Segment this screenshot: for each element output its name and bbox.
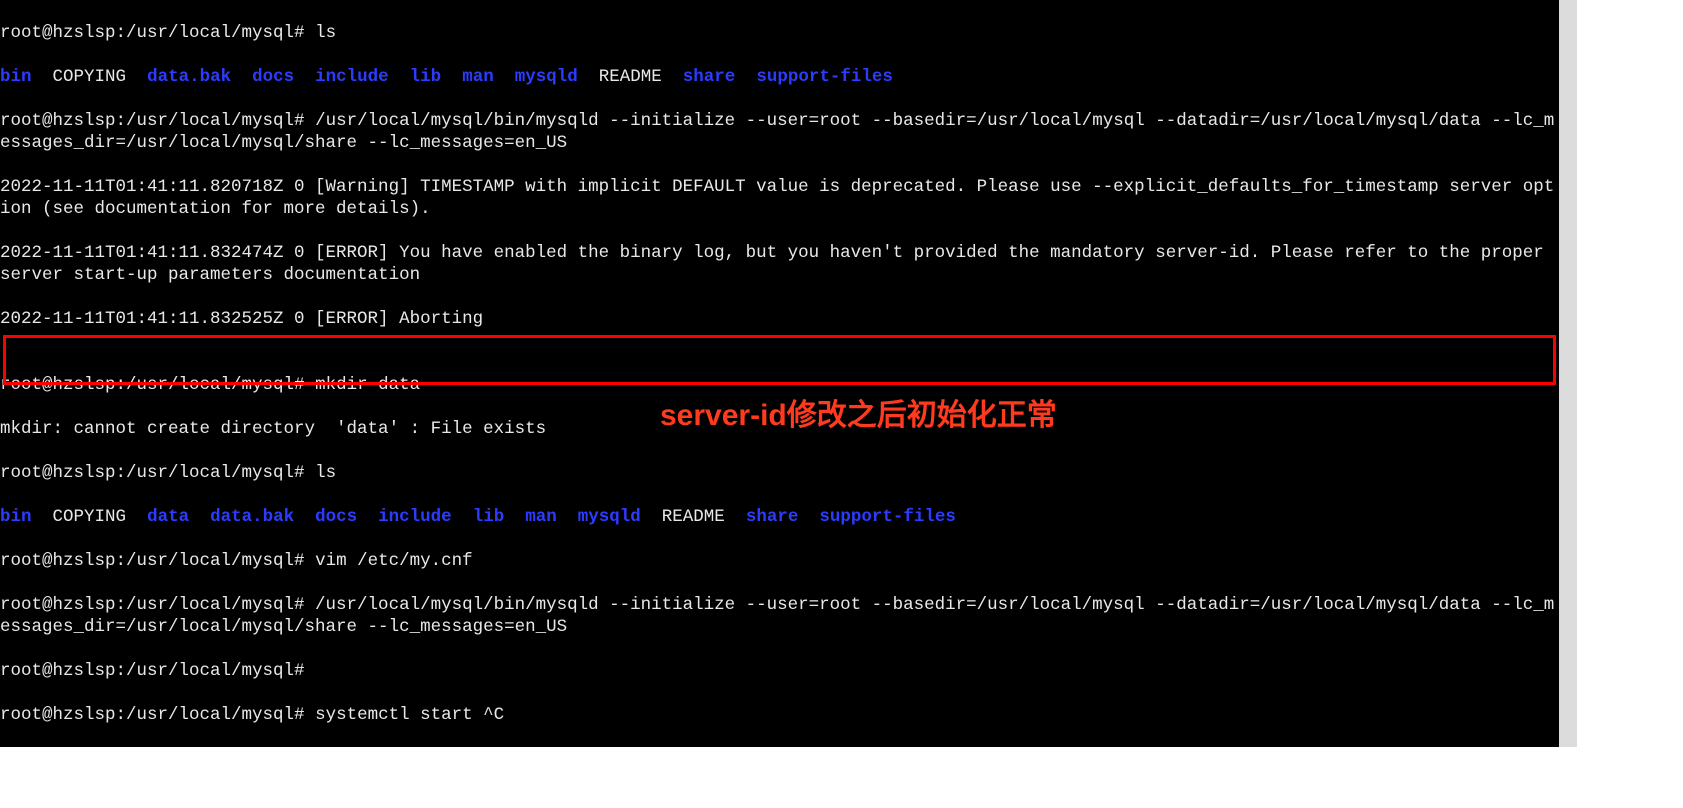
error-line: 2022-11-11T01:41:11.832525Z 0 [ERROR] Ab… (0, 308, 1559, 330)
prompt-line: root@hzslsp:/usr/local/mysql# mkdir data (0, 374, 1559, 396)
prompt-line: root@hzslsp:/usr/local/mysql# systemctl … (0, 704, 1559, 726)
prompt-line: root@hzslsp:/usr/local/mysql# (0, 660, 1559, 682)
scrollbar-thumb[interactable] (1559, 365, 1577, 425)
terminal[interactable]: root@hzslsp:/usr/local/mysql# ls bin COP… (0, 0, 1577, 747)
ls-output: bin COPYING data.bak docs include lib ma… (0, 66, 1559, 88)
ls-output: bin COPYING data data.bak docs include l… (0, 506, 1559, 528)
prompt-line: root@hzslsp:/usr/local/mysql# /usr/local… (0, 110, 1559, 154)
scrollbar-track[interactable]: ▴ ▾ (1559, 0, 1577, 747)
prompt-line: root@hzslsp:/usr/local/mysql# ls (0, 22, 1559, 44)
warn-line: 2022-11-11T01:41:11.820718Z 0 [Warning] … (0, 176, 1559, 220)
boxed-cmd: root@hzslsp:/usr/local/mysql# /usr/local… (0, 594, 1559, 638)
prompt-line: root@hzslsp:/usr/local/mysql# vim /etc/m… (0, 550, 1559, 572)
mkdir-error: mkdir: cannot create directory 'data' : … (0, 418, 1559, 440)
error-line: 2022-11-11T01:41:11.832474Z 0 [ERROR] Yo… (0, 242, 1559, 286)
scroll-down-icon[interactable]: ▾ (1559, 729, 1577, 747)
scroll-up-icon[interactable]: ▴ (1559, 0, 1577, 18)
prompt-line: root@hzslsp:/usr/local/mysql# ls (0, 462, 1559, 484)
